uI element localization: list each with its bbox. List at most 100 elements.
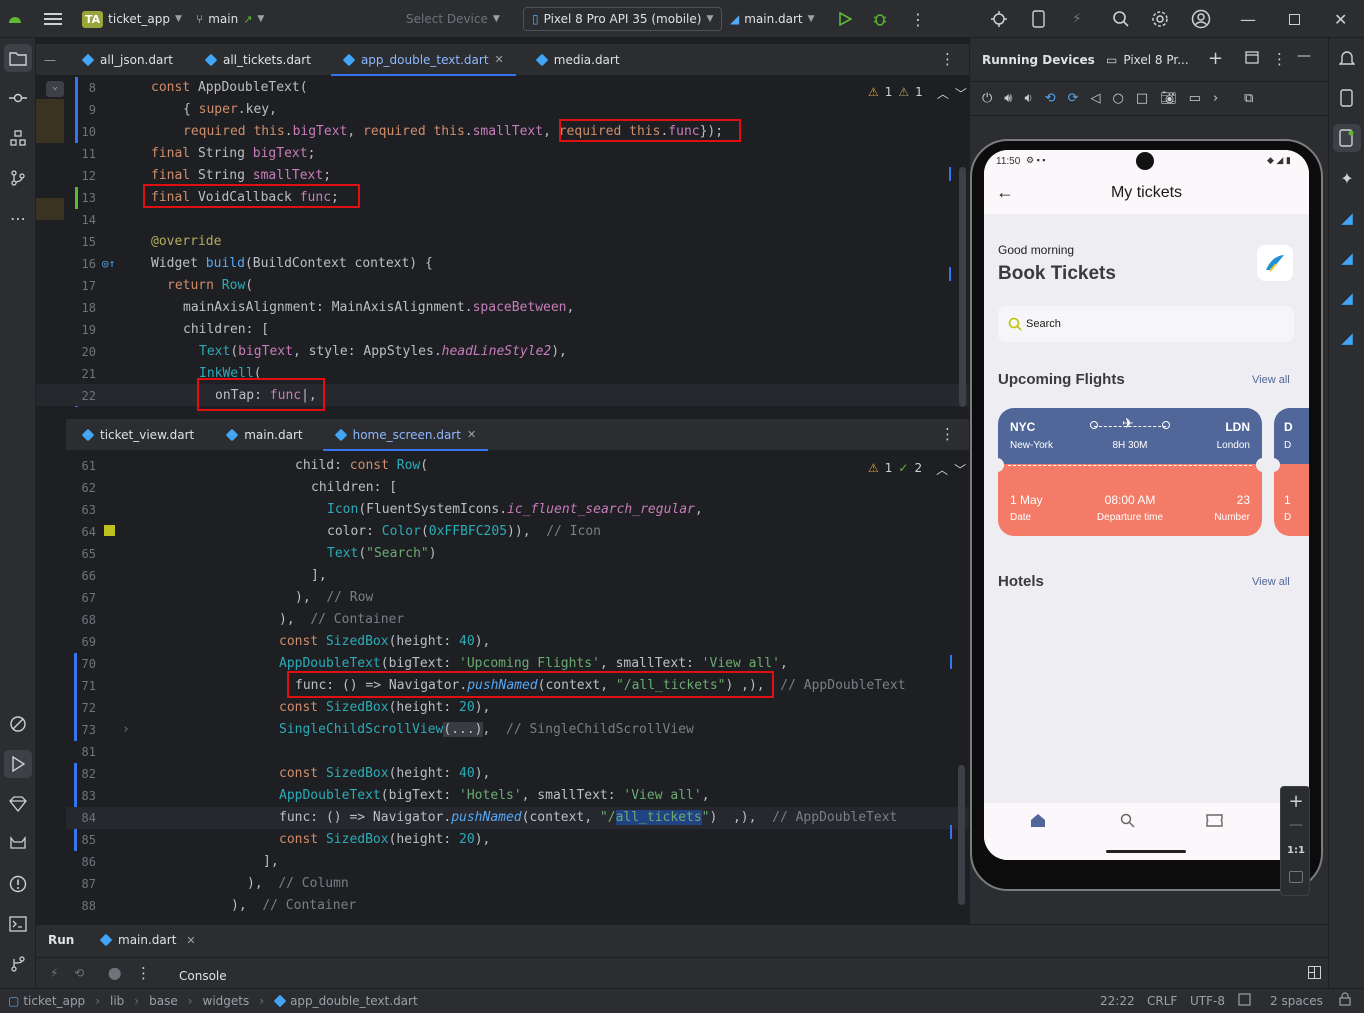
device-tab[interactable]: ▭ Pixel 8 Pr...	[1106, 53, 1189, 67]
run-tab-main[interactable]: main.dart ✕	[99, 933, 196, 947]
breadcrumb-item[interactable]: lib	[110, 994, 124, 1008]
fit-screen-icon[interactable]	[1289, 871, 1303, 883]
tab-main[interactable]: main.dart	[210, 419, 318, 451]
ticket-card[interactable]: NYC New-York ✈ 8H 30M LDN London 1 May D…	[990, 408, 1270, 536]
device-manager-button[interactable]	[1032, 0, 1046, 38]
chevron-down-icon[interactable]: ﹀	[955, 85, 967, 102]
debug-button[interactable]	[872, 0, 888, 38]
file-encoding[interactable]: UTF-8	[1190, 994, 1225, 1008]
ticket-card-next[interactable]: D D 1 D	[1274, 408, 1309, 536]
close-tab-icon[interactable]: ✕	[186, 934, 195, 947]
apply-changes-button[interactable]: ⚡	[1072, 0, 1082, 38]
volume-up-icon[interactable]: 🔊︎	[1004, 91, 1012, 106]
flutter-devtools-button[interactable]: ◢	[1333, 284, 1361, 312]
tab-home-screen[interactable]: home_screen.dart ✕	[319, 419, 493, 451]
close-tab-icon[interactable]: ✕	[495, 53, 504, 66]
more-vertical-icon[interactable]: ⋮	[136, 964, 151, 982]
hide-panel-button[interactable]: —	[1297, 48, 1311, 64]
branch-selector[interactable]: ⑂ main ↗ ▼	[196, 0, 264, 38]
hot-reload-button[interactable]	[990, 0, 1008, 38]
tab-list-button[interactable]: —	[36, 44, 66, 76]
restart-icon[interactable]: ⟲	[74, 966, 84, 980]
main-menu-button[interactable]	[44, 0, 62, 38]
editor-scrollbar[interactable]	[959, 167, 966, 407]
rotate-left-icon[interactable]: ⟲	[1045, 91, 1056, 106]
vcs-tool-button[interactable]	[4, 164, 32, 192]
nav-search[interactable]	[1120, 813, 1135, 831]
flutter-inspector-button[interactable]	[4, 710, 32, 738]
editor-top[interactable]: ⌄ 8 const AppDoubleText( 9{ super.key, 10…	[36, 77, 969, 411]
git-tool-button[interactable]	[4, 950, 32, 978]
phone-screen[interactable]: 11:50 ⚙ ▪ ▪ ◆ ◢ ▮ ← My tickets Good morn…	[984, 150, 1309, 860]
breadcrumb-item[interactable]: base	[149, 994, 178, 1008]
layout-toggle-button[interactable]	[1308, 966, 1321, 982]
flutter-deep-links-button[interactable]: ◢	[1333, 324, 1361, 352]
tab-media[interactable]: media.dart	[520, 44, 636, 76]
nav-tickets[interactable]	[1206, 814, 1223, 830]
view-all-hotels-link[interactable]: View all	[1252, 576, 1290, 588]
line-separator[interactable]: CRLF	[1147, 994, 1177, 1008]
tab-options-button[interactable]: ⋮	[940, 425, 955, 443]
zoom-in-button[interactable]: +	[1281, 791, 1311, 812]
search-bar[interactable]: Search	[998, 306, 1294, 342]
layout-button[interactable]	[1245, 51, 1259, 67]
chevron-up-icon[interactable]: ︿	[936, 461, 948, 478]
inspection-widget[interactable]: ⚠ 1 ✓ 2 ︿ ﹀	[868, 461, 966, 478]
screenshot-icon[interactable]: ⧉	[1244, 91, 1253, 106]
flutter-outline-button[interactable]: ◢	[1333, 204, 1361, 232]
stop-icon[interactable]: ⬤	[108, 966, 121, 980]
maximize-window-button[interactable]	[1289, 0, 1300, 38]
override-marker-icon[interactable]: ◎↑	[102, 253, 115, 275]
flutter-performance-button[interactable]: ◢	[1333, 244, 1361, 272]
notifications-button[interactable]	[1333, 44, 1361, 72]
run-tool-button[interactable]	[4, 750, 32, 778]
minimize-window-button[interactable]: —	[1240, 0, 1256, 38]
breadcrumb-item[interactable]: ▢ ticket_app	[8, 994, 85, 1008]
close-tab-icon[interactable]: ✕	[467, 428, 476, 441]
vcs-status-icon[interactable]	[1338, 992, 1352, 1009]
tab-ticket-view[interactable]: ticket_view.dart	[66, 419, 210, 451]
tab-all-tickets[interactable]: all_tickets.dart	[189, 44, 327, 76]
overview-icon[interactable]: □	[1136, 91, 1148, 106]
run-button[interactable]	[838, 0, 852, 38]
running-devices-button[interactable]	[1333, 124, 1361, 152]
more-actions-button[interactable]: ⋮	[910, 0, 926, 38]
panel-options-button[interactable]: ⋮	[1272, 50, 1287, 68]
nav-home[interactable]	[1030, 813, 1046, 831]
breadcrumb-item[interactable]: app_double_text.dart	[273, 994, 418, 1008]
inspection-widget[interactable]: ⚠ 1 ⚠ 1 ︿ ﹀	[868, 85, 967, 102]
console-tab[interactable]: Console	[179, 969, 227, 983]
problems-tool-button[interactable]	[4, 870, 32, 898]
view-all-flights-link[interactable]: View all	[1252, 374, 1290, 386]
tab-options-button[interactable]: ⋮	[940, 50, 955, 68]
back-icon[interactable]: ◁	[1091, 91, 1101, 106]
zoom-actual-size-button[interactable]: 1:1	[1281, 845, 1311, 856]
add-device-button[interactable]: +	[1208, 48, 1223, 69]
volume-down-icon[interactable]: 🔉︎	[1025, 91, 1033, 106]
editor-bottom[interactable]: 61 child: const Row( 62 children: [ 63 Icon…	[66, 455, 969, 915]
settings-button[interactable]	[1151, 0, 1169, 38]
home-icon[interactable]: ○	[1113, 91, 1124, 106]
read-only-toggle[interactable]	[1238, 993, 1251, 1009]
indent-setting[interactable]: 2 spaces	[1270, 994, 1323, 1008]
device-dropdown[interactable]: ▯ Pixel 8 Pro API 35 (mobile) ▼	[523, 7, 723, 31]
logcat-tool-button[interactable]	[4, 830, 32, 858]
close-window-button[interactable]: ✕	[1334, 0, 1347, 38]
device-mirror-button[interactable]	[1333, 84, 1361, 112]
commit-tool-button[interactable]	[4, 84, 32, 112]
gem-tool-button[interactable]	[4, 790, 32, 818]
rotate-right-icon[interactable]: ⟳	[1068, 91, 1079, 106]
editor-scrollbar[interactable]	[958, 765, 965, 905]
project-tool-button[interactable]	[4, 44, 32, 72]
gemini-button[interactable]: ✦	[1333, 164, 1361, 192]
chevron-right-icon[interactable]: ›	[1213, 91, 1218, 106]
record-icon[interactable]: ▭	[1189, 91, 1201, 106]
run-config-dropdown[interactable]: ◢ main.dart ▼	[730, 0, 815, 38]
zoom-out-button[interactable]: —	[1281, 817, 1311, 833]
project-selector[interactable]: TA ticket_app ▼	[82, 0, 182, 38]
structure-tool-button[interactable]	[4, 124, 32, 152]
more-tools-button[interactable]: ⋯	[4, 204, 32, 232]
caret-position[interactable]: 22:22	[1100, 994, 1135, 1008]
fold-arrow-icon[interactable]: ›	[122, 719, 130, 741]
tab-all-json[interactable]: all_json.dart	[66, 44, 189, 76]
